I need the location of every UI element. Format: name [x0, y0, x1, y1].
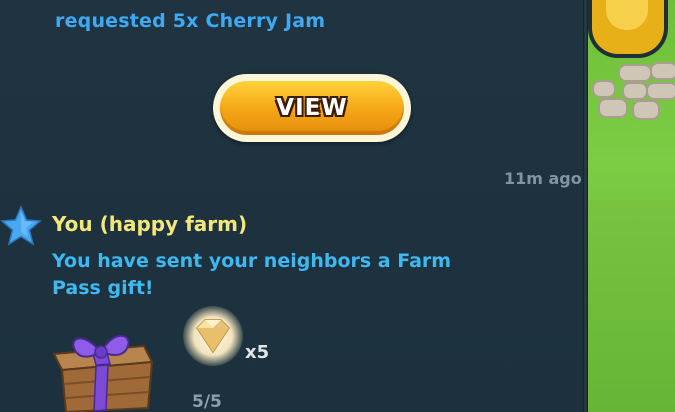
view-button[interactable]: VIEW: [213, 74, 411, 142]
diamond-reward: [183, 306, 243, 366]
request-message: requested 5x Cherry Jam: [55, 10, 326, 32]
reward-count: x5: [245, 342, 270, 363]
farm-badge-icon[interactable]: [588, 0, 668, 58]
news-feed-panel: requested 5x Cherry Jam VIEW 11m ago You…: [0, 0, 585, 412]
grass-area: [588, 200, 675, 412]
view-button-label: VIEW: [276, 95, 348, 121]
author-name: You (happy farm): [52, 212, 248, 236]
farm-view: [588, 0, 675, 412]
timestamp: 11m ago: [504, 169, 582, 188]
gift-box-icon: [52, 334, 154, 412]
view-button-face[interactable]: VIEW: [220, 81, 404, 135]
feed-message: You have sent your neighbors a Farm Pass…: [52, 250, 452, 299]
diamond-icon: [196, 319, 230, 354]
farm-badge-highlight: [606, 0, 648, 30]
star-icon: [0, 205, 42, 246]
gift-progress: 5/5: [192, 392, 222, 412]
stone-path: [588, 62, 675, 122]
